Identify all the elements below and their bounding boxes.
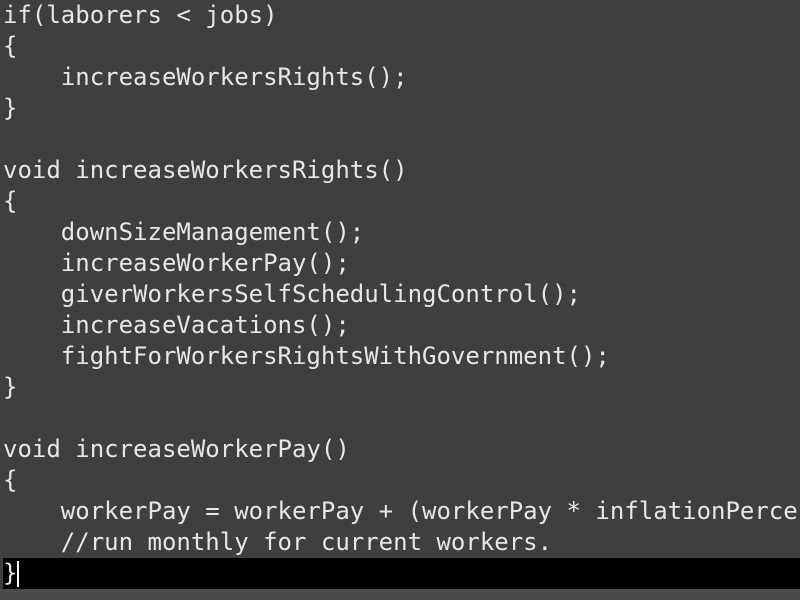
code-editor[interactable]: if(laborers < jobs) { increaseWorkersRig…	[0, 0, 800, 600]
code-line-11[interactable]: increaseVacations();	[3, 310, 800, 341]
code-line-18[interactable]: //run monthly for current workers.	[3, 527, 800, 558]
code-line-17[interactable]: workerPay = workerPay + (workerPay * inf…	[3, 496, 800, 527]
code-line-7[interactable]: {	[3, 186, 800, 217]
code-line-3[interactable]: increaseWorkersRights();	[3, 62, 800, 93]
code-line-14[interactable]	[3, 403, 800, 434]
code-line-13[interactable]: }	[3, 372, 800, 403]
code-line-1[interactable]: if(laborers < jobs)	[3, 0, 800, 31]
code-line-6[interactable]: void increaseWorkersRights()	[3, 155, 800, 186]
code-line-15[interactable]: void increaseWorkerPay()	[3, 434, 800, 465]
code-line-16[interactable]: {	[3, 465, 800, 496]
code-line-12[interactable]: fightForWorkersRightsWithGovernment();	[3, 341, 800, 372]
text-caret	[17, 561, 20, 587]
code-line-9[interactable]: increaseWorkerPay();	[3, 248, 800, 279]
code-line-8[interactable]: downSizeManagement();	[3, 217, 800, 248]
code-text-area[interactable]: if(laborers < jobs) { increaseWorkersRig…	[3, 0, 800, 589]
code-line-4[interactable]: }	[3, 93, 800, 124]
code-line-2[interactable]: {	[3, 31, 800, 62]
editor-bottom-edge	[0, 589, 800, 600]
code-line-10[interactable]: giverWorkersSelfSchedulingControl();	[3, 279, 800, 310]
code-line-5[interactable]	[3, 124, 800, 155]
code-line-19-text: }	[3, 559, 18, 587]
code-line-19-current[interactable]: }	[3, 558, 800, 589]
